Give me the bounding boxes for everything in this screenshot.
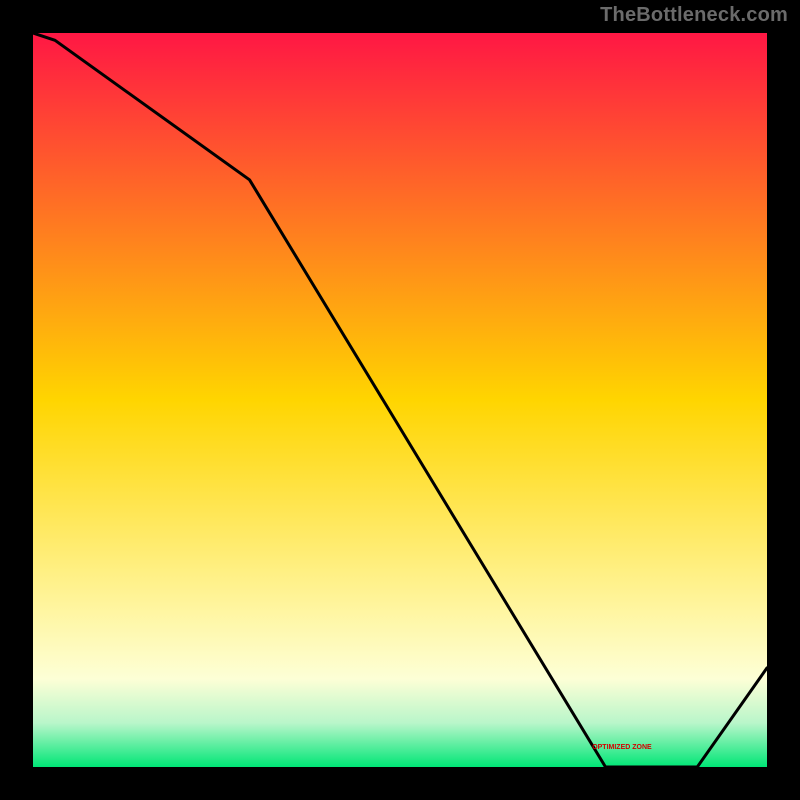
optimized-zone-label: OPTIMIZED ZONE: [592, 744, 652, 751]
chart-background: [33, 33, 767, 767]
chart-container: TheBottleneck.com OPTIMIZED ZONE: [0, 0, 800, 800]
chart-stage: OPTIMIZED ZONE: [33, 33, 767, 767]
watermark-text: TheBottleneck.com: [600, 4, 788, 27]
chart-svg: [33, 33, 767, 767]
